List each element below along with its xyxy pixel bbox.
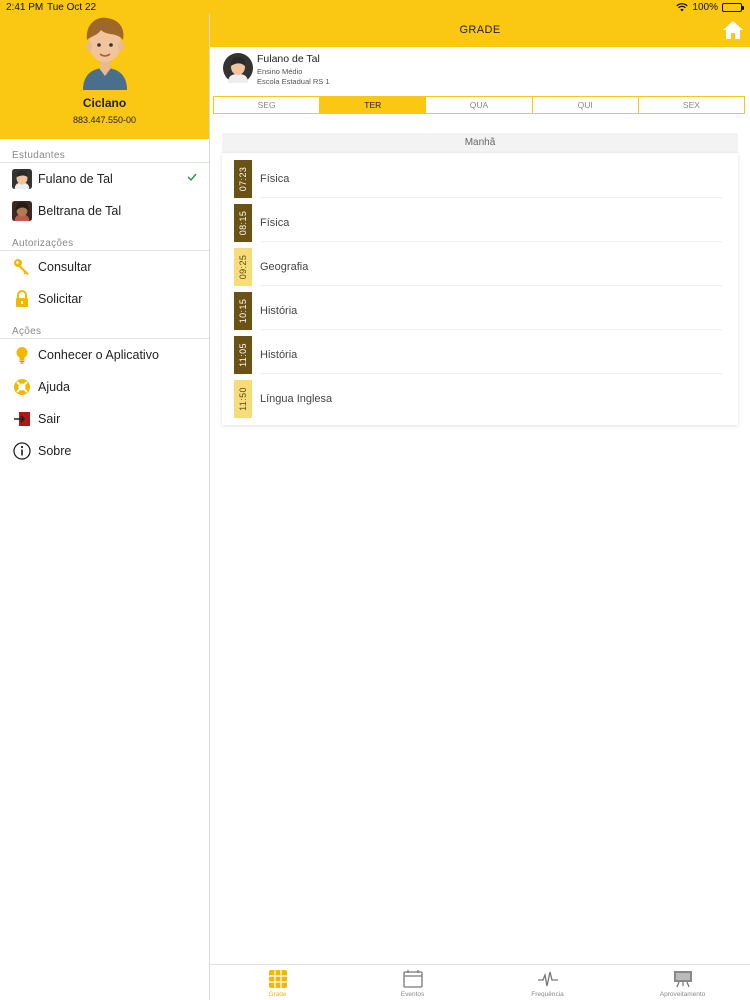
sidebar-item-ajuda[interactable]: Ajuda [0,371,209,403]
tab-ter[interactable]: TER [320,97,427,113]
schedule-row[interactable]: 09:25 Geografia [222,241,738,286]
time-badge: 08:15 [234,204,252,242]
sidebar-item-consultar[interactable]: Consultar [0,251,209,283]
tab-eventos[interactable]: Eventos [345,965,480,1000]
subject-label: Física [260,173,290,185]
student-level: Ensino Médio [257,67,303,76]
tab-label: Frequência [531,991,564,998]
exit-icon [12,409,32,429]
sidebar-item-conhecer[interactable]: Conhecer o Aplicativo [0,339,209,371]
sidebar-item-label: Fulano de Tal [38,172,113,186]
bottom-tab-bar: Grade Eventos Frequência Aproveitamento [210,964,750,1000]
page-title: GRADE [459,24,501,36]
status-time: 2:41 PM [6,2,44,13]
time-label: 10:15 [238,298,248,324]
checkmark-icon [187,173,197,182]
tab-sex[interactable]: SEX [638,97,745,113]
tab-label: Grade [268,991,287,998]
day-tabs: SEG TER QUA QUI SEX [213,96,745,114]
user-avatar-icon[interactable] [77,14,133,90]
grid-icon [268,970,287,988]
sidebar-item-label: Sair [38,412,61,426]
section-title-actions: Ações [0,315,209,339]
student-header: Fulano de Tal Ensino Médio Escola Estadu… [223,50,723,90]
home-icon[interactable] [722,19,744,41]
tab-seg[interactable]: SEG [214,97,321,113]
tab-frequencia[interactable]: Frequência [480,965,615,1000]
sidebar-item-label: Conhecer o Aplicativo [38,348,159,362]
heartbeat-icon [537,971,558,987]
schedule-row[interactable]: 08:15 Física [222,197,738,242]
sidebar-item-sair[interactable]: Sair [0,403,209,435]
subject-label: Física [260,217,290,229]
section-title-students: Estudantes [0,139,209,163]
student-avatar-icon [12,201,32,221]
status-bar: 2:41 PM Tue Oct 22 100% [0,0,750,14]
schedule-row[interactable]: 07:23 Física [222,153,738,198]
student-school: Escola Estadual RS 1 [257,77,330,86]
sidebar-item-beltrana[interactable]: Beltrana de Tal [0,195,209,227]
wifi-icon [676,3,689,12]
time-label: 08:15 [238,210,248,236]
schedule-section-header: Manhã [222,133,738,153]
profile-name: Ciclano [82,96,127,110]
battery-percent: 100% [692,2,718,13]
sidebar-item-fulano[interactable]: Fulano de Tal [0,163,209,195]
schedule-row[interactable]: 11:50 Língua Inglesa [222,373,738,418]
calendar-icon [402,970,423,988]
status-right: 100% [676,2,744,13]
profile-header: Ciclano 883.447.550-00 [0,0,209,139]
time-badge: 09:25 [234,248,252,286]
tab-aproveitamento[interactable]: Aproveitamento [615,965,750,1000]
profile-cpf: 883.447.550-00 [72,115,137,125]
tab-label: Eventos [400,991,425,998]
schedule-row[interactable]: 10:15 História [222,285,738,330]
lightbulb-icon [12,345,32,365]
top-bar: GRADE [210,14,750,47]
time-badge: 11:05 [234,336,252,374]
sidebar-item-label: Ajuda [38,380,70,394]
time-badge: 11:50 [234,380,252,418]
sidebar-item-label: Beltrana de Tal [38,204,122,218]
lifebuoy-icon [12,377,32,397]
tab-grade[interactable]: Grade [210,965,345,1000]
sidebar-item-label: Sobre [38,444,72,458]
time-label: 09:25 [238,254,248,280]
tab-qui[interactable]: QUI [532,97,639,113]
lock-icon [12,289,32,309]
tab-label: Aproveitamento [659,991,706,998]
time-badge: 07:23 [234,160,252,198]
time-badge: 10:15 [234,292,252,330]
student-avatar-icon [223,53,253,83]
time-label: 11:05 [238,343,248,367]
schedule-card: 07:23 Física 08:15 Física 09:25 Geografia 10:1… [222,153,738,425]
presentation-board-icon [673,971,692,988]
sidebar-item-label: Solicitar [38,292,83,306]
time-label: 07:23 [238,166,248,192]
student-avatar-icon [12,169,32,189]
time-label: 11:50 [238,387,248,411]
subject-label: Geografia [260,261,309,273]
sidebar-item-solicitar[interactable]: Solicitar [0,283,209,315]
key-icon [12,257,32,277]
subject-label: História [260,349,298,361]
schedule-row[interactable]: 11:05 História [222,329,738,374]
student-name: Fulano de Tal [257,53,320,65]
status-date: Tue Oct 22 [47,2,97,13]
info-icon [12,441,32,461]
section-title-authorizations: Autorizações [0,227,209,251]
battery-icon [722,3,744,12]
sidebar-item-sobre[interactable]: Sobre [0,435,209,467]
subject-label: Língua Inglesa [260,393,333,405]
tab-qua[interactable]: QUA [426,97,533,113]
sidebar-item-label: Consultar [38,260,92,274]
sidebar: Ciclano 883.447.550-00 Estudantes Fulano… [0,0,210,1000]
subject-label: História [260,305,298,317]
